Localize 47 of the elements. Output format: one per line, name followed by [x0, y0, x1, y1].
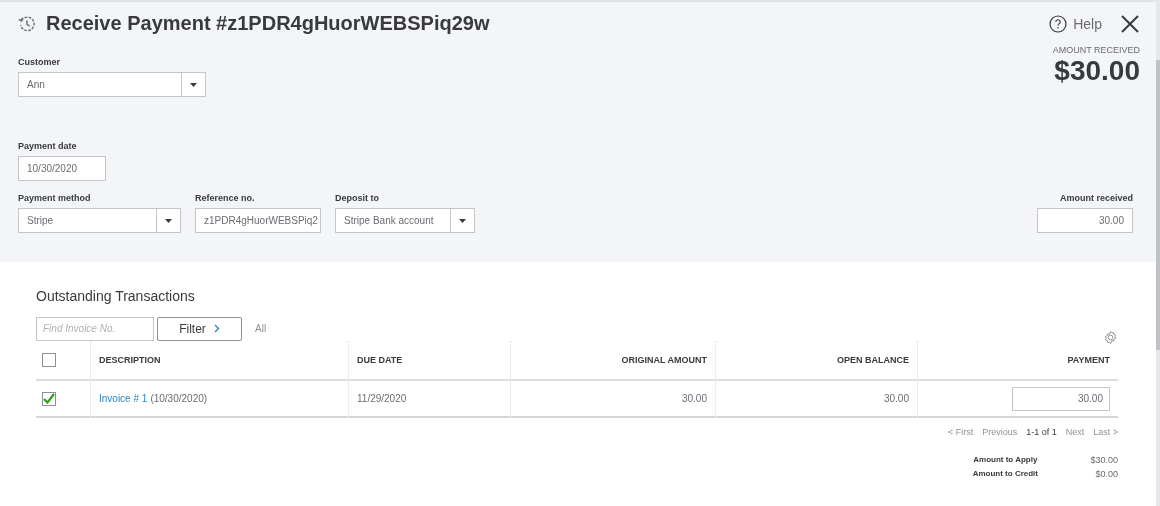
- total-value: $0.00: [1094, 469, 1118, 479]
- total-value: $30.00: [1089, 455, 1118, 465]
- field-label: Payment method: [18, 193, 92, 203]
- caret-icon: [190, 82, 197, 87]
- reference-field[interactable]: z1PDR4gHuorWEBSPiq2: [195, 208, 321, 233]
- deposit-dropdown[interactable]: Stripe Bank account: [335, 208, 475, 233]
- total-label: Amount to Credit: [972, 469, 1038, 479]
- help-icon: [1049, 14, 1068, 33]
- field-label: Amount received: [1058, 193, 1133, 203]
- caret-icon: [165, 218, 172, 223]
- field-label: Deposit to: [335, 193, 380, 203]
- column-header: DUE DATE: [348, 341, 510, 381]
- table-cell: 30.00: [681, 393, 707, 404]
- filter-button[interactable]: Filter: [157, 316, 242, 341]
- section-title: Outstanding Transactions: [36, 288, 196, 304]
- payment-method-dropdown[interactable]: Stripe: [18, 208, 181, 233]
- page-title: Receive Payment #z1PDR4gHuorWEBSPiq29w: [46, 12, 491, 35]
- column-header: DESCRIPTION: [90, 341, 348, 381]
- total-label: Amount to Apply: [972, 455, 1038, 465]
- column-header: OPEN BALANCE: [715, 341, 917, 381]
- history-icon: [18, 14, 36, 33]
- filter-value: All: [255, 323, 268, 334]
- help-button[interactable]: Help: [1049, 14, 1102, 33]
- field-label: Payment date: [18, 141, 78, 151]
- date-field[interactable]: 10/30/2020: [18, 156, 106, 181]
- caret-icon: [459, 218, 466, 223]
- customer-dropdown[interactable]: Ann: [18, 72, 206, 97]
- table-cell: (10/30/2020): [150, 393, 208, 404]
- field-label: Reference no.: [195, 193, 256, 203]
- column-header: ORIGINAL AMOUNT: [510, 341, 715, 381]
- settings-icon[interactable]: [1103, 330, 1118, 345]
- field-label: Customer: [18, 57, 61, 67]
- scrollbar-thumb[interactable]: [1156, 60, 1160, 350]
- table-cell: 11/29/2020: [357, 393, 407, 404]
- search-field[interactable]: Find Invoice No.: [36, 316, 154, 341]
- chevron-icon: [213, 324, 220, 333]
- amount-received-total: $30.00: [1054, 55, 1140, 87]
- close-button[interactable]: [1120, 13, 1140, 34]
- payment-field[interactable]: 30.00: [1012, 386, 1110, 411]
- amount-field[interactable]: 30.00: [1037, 208, 1133, 233]
- invoice-link[interactable]: Invoice # 1: [99, 393, 148, 404]
- amount-received-label: AMOUNT RECEIVED: [1052, 45, 1140, 55]
- table-cell: 30.00: [883, 393, 909, 404]
- row-checkbox[interactable]: [42, 391, 56, 406]
- select-all-checkbox[interactable]: [42, 353, 56, 367]
- pagination-link[interactable]: 1-1 of 1: [1026, 427, 1057, 437]
- column-header: PAYMENT: [917, 341, 1118, 381]
